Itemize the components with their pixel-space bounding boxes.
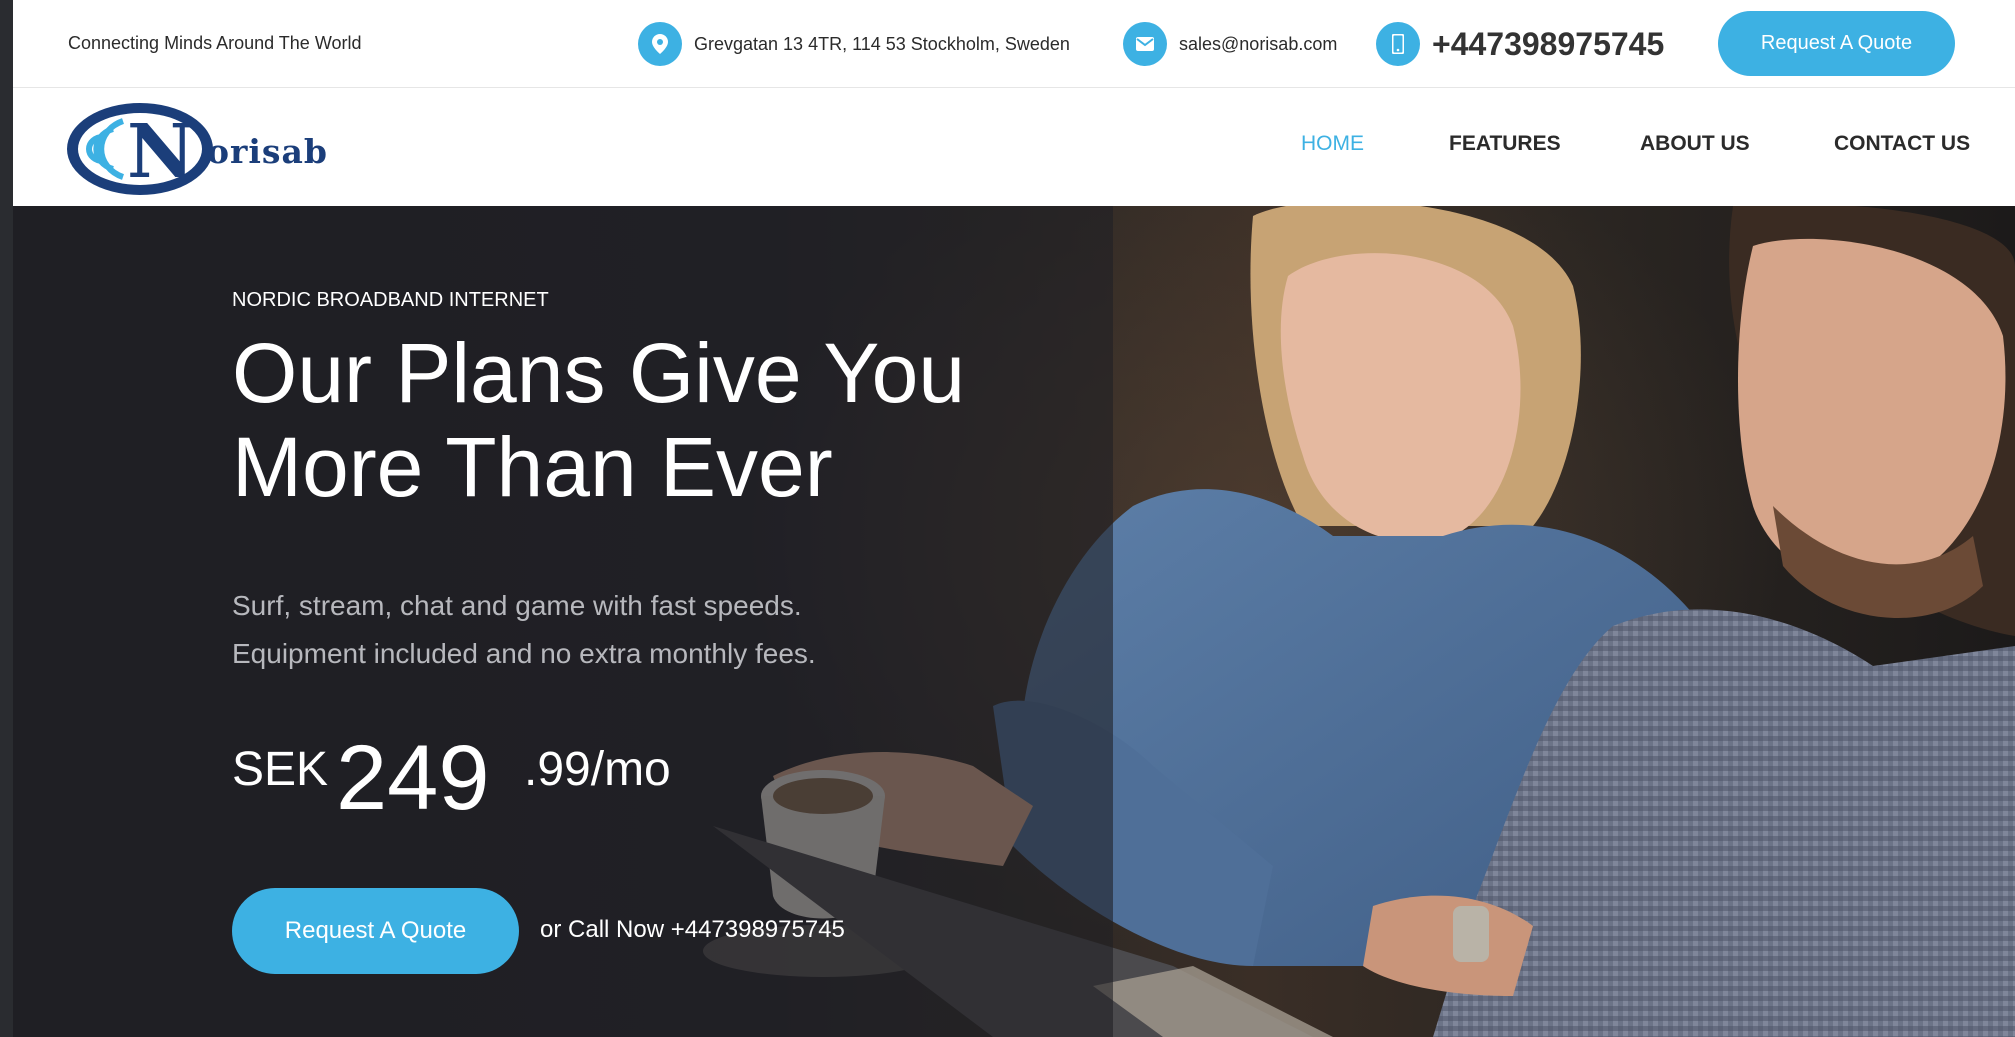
top-bar: Connecting Minds Around The World Grevga… (13, 0, 2015, 88)
email-info[interactable]: sales@norisab.com (1123, 22, 1337, 66)
logo-text: orisab (207, 132, 328, 171)
hero-headline-line2: More Than Ever (232, 420, 833, 514)
map-pin-icon (638, 22, 682, 66)
logo-mark-icon: N (67, 103, 213, 195)
hero-subtitle-line1: Surf, stream, chat and game with fast sp… (232, 590, 802, 621)
nav-features[interactable]: FEATURES (1449, 132, 1561, 156)
hero-section: NORDIC BROADBAND INTERNET Our Plans Give… (13, 206, 2015, 1037)
hero-headline-line1: Our Plans Give You (232, 326, 966, 420)
envelope-icon (1123, 22, 1167, 66)
price-currency: SEK (232, 743, 329, 796)
logo-letter: N (127, 109, 195, 195)
price-integer: 249 (336, 727, 490, 829)
address-text: Grevgatan 13 4TR, 114 53 Stockholm, Swed… (694, 33, 1070, 54)
hero-eyebrow: NORDIC BROADBAND INTERNET (232, 289, 549, 311)
request-quote-button-hero[interactable]: Request A Quote (232, 888, 519, 974)
tagline: Connecting Minds Around The World (68, 33, 362, 53)
phone-number[interactable]: +447398975745 (1432, 26, 1664, 63)
nav-about-us[interactable]: ABOUT US (1640, 132, 1750, 156)
norisab-logo[interactable]: N orisab (65, 99, 328, 199)
window-edge (0, 0, 13, 1037)
call-now-text[interactable]: or Call Now +447398975745 (540, 916, 845, 944)
phone-info[interactable]: +447398975745 (1376, 22, 1664, 66)
request-quote-button-top[interactable]: Request A Quote (1718, 11, 1955, 76)
nav-contact-us[interactable]: CONTACT US (1834, 132, 1970, 156)
address-info: Grevgatan 13 4TR, 114 53 Stockholm, Swed… (638, 22, 1070, 66)
price-decimal: .99/mo (524, 743, 671, 796)
main-navbar: N orisab HOME FEATURES ABOUT US CONTACT … (13, 88, 2015, 206)
email-link[interactable]: sales@norisab.com (1179, 34, 1337, 55)
hero-subtitle-line2: Equipment included and no extra monthly … (232, 638, 816, 669)
nav-home[interactable]: HOME (1301, 132, 1364, 156)
hero-headline: Our Plans Give You More Than Ever (232, 326, 1132, 514)
mobile-phone-icon (1376, 22, 1420, 66)
hero-subtitle: Surf, stream, chat and game with fast sp… (232, 582, 1032, 678)
